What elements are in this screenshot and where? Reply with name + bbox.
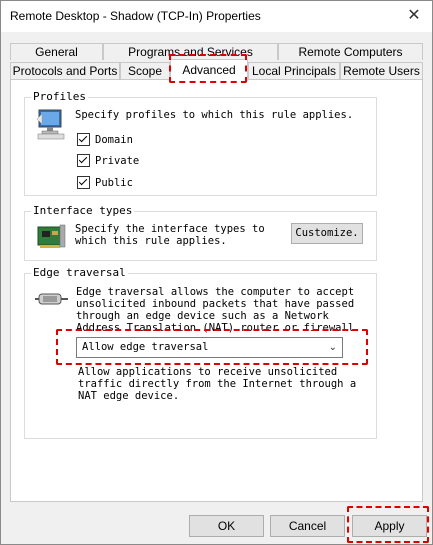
customize-button[interactable]: Customize. — [291, 223, 363, 244]
tab-advanced[interactable]: Advanced — [170, 59, 248, 81]
edge-desc-line-4: Address Translation (NAT) router or fire… — [76, 322, 361, 334]
tab-remote-users[interactable]: Remote Users — [340, 62, 423, 79]
title-bar: Remote Desktop - Shadow (TCP-In) Propert… — [1, 1, 432, 32]
domain-label: Domain — [95, 133, 133, 146]
tab-protocols-and-ports[interactable]: Protocols and Ports — [10, 62, 120, 79]
chevron-down-icon[interactable]: ⌄ — [329, 338, 337, 357]
profiles-group: Profiles Specify profiles to which this … — [24, 90, 377, 196]
interface-types-legend: Interface types — [31, 204, 135, 217]
checkbox-checked-icon[interactable] — [77, 133, 90, 146]
interface-desc-line-1: Specify the interface types to — [75, 223, 265, 235]
properties-dialog: Remote Desktop - Shadow (TCP-In) Propert… — [0, 0, 433, 545]
checkbox-checked-icon[interactable] — [77, 154, 90, 167]
edge-desc-line-3: through an edge device such as a Network — [76, 310, 329, 322]
tab-local-principals[interactable]: Local Principals — [248, 62, 340, 79]
profiles-description: Specify profiles to which this rule appl… — [75, 109, 354, 121]
edge-traversal-description: Edge traversal allows the computer to ac… — [76, 286, 360, 334]
interface-types-group: Interface types Specify the interface ty… — [24, 204, 377, 261]
tab-scope[interactable]: Scope — [120, 62, 170, 79]
edge-desc-line-1: Edge traversal allows the computer to ac… — [76, 286, 355, 298]
private-label: Private — [95, 154, 140, 167]
window-title: Remote Desktop - Shadow (TCP-In) Propert… — [10, 9, 261, 23]
edge-traversal-selected-value: Allow edge traversal — [82, 341, 209, 353]
edge-desc-line-2: unsolicited inbound packets that have pa… — [76, 298, 355, 310]
edge-traversal-help: Allow applications to receive unsolicite… — [78, 366, 356, 402]
help-line-3: NAT edge device. — [78, 390, 180, 402]
help-line-2: traffic directly from the Internet throu… — [78, 378, 357, 390]
edge-traversal-select[interactable]: Allow edge traversal ⌄ — [76, 337, 343, 358]
profiles-legend: Profiles — [31, 90, 88, 103]
edge-traversal-legend: Edge traversal — [31, 266, 128, 279]
tab-general[interactable]: General — [10, 43, 103, 60]
public-label: Public — [95, 176, 133, 189]
private-checkbox[interactable]: Private — [77, 154, 139, 167]
interface-desc-line-2: which this rule applies. — [75, 235, 227, 247]
network-card-icon — [37, 224, 66, 248]
apply-button[interactable]: Apply — [352, 515, 427, 537]
close-icon[interactable]: ✕ — [404, 6, 424, 26]
cancel-button[interactable]: Cancel — [270, 515, 345, 537]
public-checkbox[interactable]: Public — [77, 176, 133, 189]
checkbox-checked-icon[interactable] — [77, 176, 90, 189]
tab-remote-computers[interactable]: Remote Computers — [278, 43, 423, 60]
ok-button[interactable]: OK — [189, 515, 264, 537]
help-line-1: Allow applications to receive unsolicite… — [78, 366, 338, 378]
computer-profile-icon — [36, 109, 65, 140]
interface-types-description: Specify the interface types to which thi… — [75, 223, 265, 247]
cable-connector-icon — [35, 293, 68, 305]
tab-row-2: Protocols and Ports Scope Advanced Local… — [10, 59, 423, 81]
domain-checkbox[interactable]: Domain — [77, 133, 133, 146]
tab-programs-and-services[interactable]: Programs and Services — [103, 43, 278, 60]
